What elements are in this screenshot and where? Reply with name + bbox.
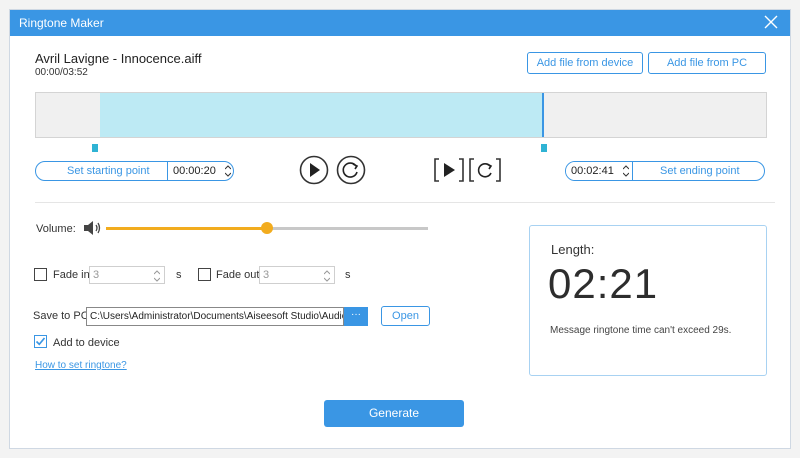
replay-selection-icon[interactable] xyxy=(469,157,501,183)
playhead[interactable] xyxy=(542,93,544,137)
add-file-from-device-button[interactable]: Add file from device xyxy=(527,52,643,74)
start-time-value: 00:00:20 xyxy=(173,165,216,177)
selected-range xyxy=(100,93,542,137)
play-icon[interactable] xyxy=(299,155,329,185)
spinner-icon[interactable] xyxy=(154,269,160,283)
end-time-value: 00:02:41 xyxy=(571,165,614,177)
add-to-device-checkbox[interactable] xyxy=(34,335,47,348)
set-starting-point-button[interactable]: Set starting point xyxy=(67,165,150,177)
volume-label: Volume: xyxy=(36,223,76,235)
file-time: 00:00/03:52 xyxy=(35,67,88,78)
file-name: Avril Lavigne - Innocence.aiff xyxy=(35,51,202,66)
spinner-icon[interactable] xyxy=(225,164,231,178)
add-file-from-pc-button[interactable]: Add file from PC xyxy=(648,52,766,74)
replay-icon[interactable] xyxy=(336,155,366,185)
fade-out-unit: s xyxy=(345,269,351,281)
start-time-input[interactable]: 00:00:20 xyxy=(167,162,231,180)
length-panel: Length: 02:21 Message ringtone time can'… xyxy=(529,225,767,376)
close-icon[interactable] xyxy=(764,15,778,29)
volume-slider-handle[interactable] xyxy=(261,222,273,234)
open-folder-button[interactable]: Open xyxy=(381,306,430,326)
save-path-value: C:\Users\Administrator\Documents\Aiseeso… xyxy=(90,311,344,322)
divider xyxy=(35,202,775,203)
fade-in-checkbox[interactable] xyxy=(34,268,47,281)
fade-in-unit: s xyxy=(176,269,182,281)
fade-out-checkbox[interactable] xyxy=(198,268,211,281)
set-ending-point-button[interactable]: Set ending point xyxy=(660,165,740,177)
fade-in-input[interactable]: 3 xyxy=(89,266,165,284)
add-to-device-label: Add to device xyxy=(53,337,120,349)
audio-waveform-track[interactable] xyxy=(35,92,767,138)
fade-out-label: Fade out xyxy=(216,269,260,281)
generate-button[interactable]: Generate xyxy=(324,400,464,427)
fade-out-input[interactable]: 3 xyxy=(259,266,335,284)
checkmark-icon xyxy=(35,337,46,346)
fade-out-value: 3 xyxy=(263,269,270,281)
spinner-icon[interactable] xyxy=(623,164,629,178)
save-to-pc-label: Save to PC: xyxy=(33,310,92,322)
length-label: Length: xyxy=(551,242,595,257)
title-bar: Ringtone Maker xyxy=(10,10,790,36)
speaker-icon[interactable] xyxy=(83,220,103,236)
end-point-group: 00:02:41 Set ending point xyxy=(565,161,765,181)
start-point-group: Set starting point 00:00:20 xyxy=(35,161,234,181)
fade-in-value: 3 xyxy=(93,269,100,281)
play-selection-icon[interactable] xyxy=(434,157,464,183)
length-note: Message ringtone time can't exceed 29s. xyxy=(550,325,732,336)
start-marker-handle[interactable] xyxy=(92,144,98,152)
ringtone-maker-dialog: Ringtone Maker Avril Lavigne - Innocence… xyxy=(9,9,791,449)
browse-button[interactable]: ··· xyxy=(344,307,368,326)
end-marker-handle[interactable] xyxy=(541,144,547,152)
end-time-input[interactable]: 00:02:41 xyxy=(566,162,633,180)
volume-slider-fill xyxy=(106,227,267,230)
spinner-icon[interactable] xyxy=(324,269,330,283)
fade-in-label: Fade in xyxy=(53,269,90,281)
length-value: 02:21 xyxy=(548,260,659,307)
how-to-set-ringtone-link[interactable]: How to set ringtone? xyxy=(35,360,127,371)
window-title: Ringtone Maker xyxy=(19,16,104,30)
save-path-input[interactable]: C:\Users\Administrator\Documents\Aiseeso… xyxy=(86,307,344,326)
